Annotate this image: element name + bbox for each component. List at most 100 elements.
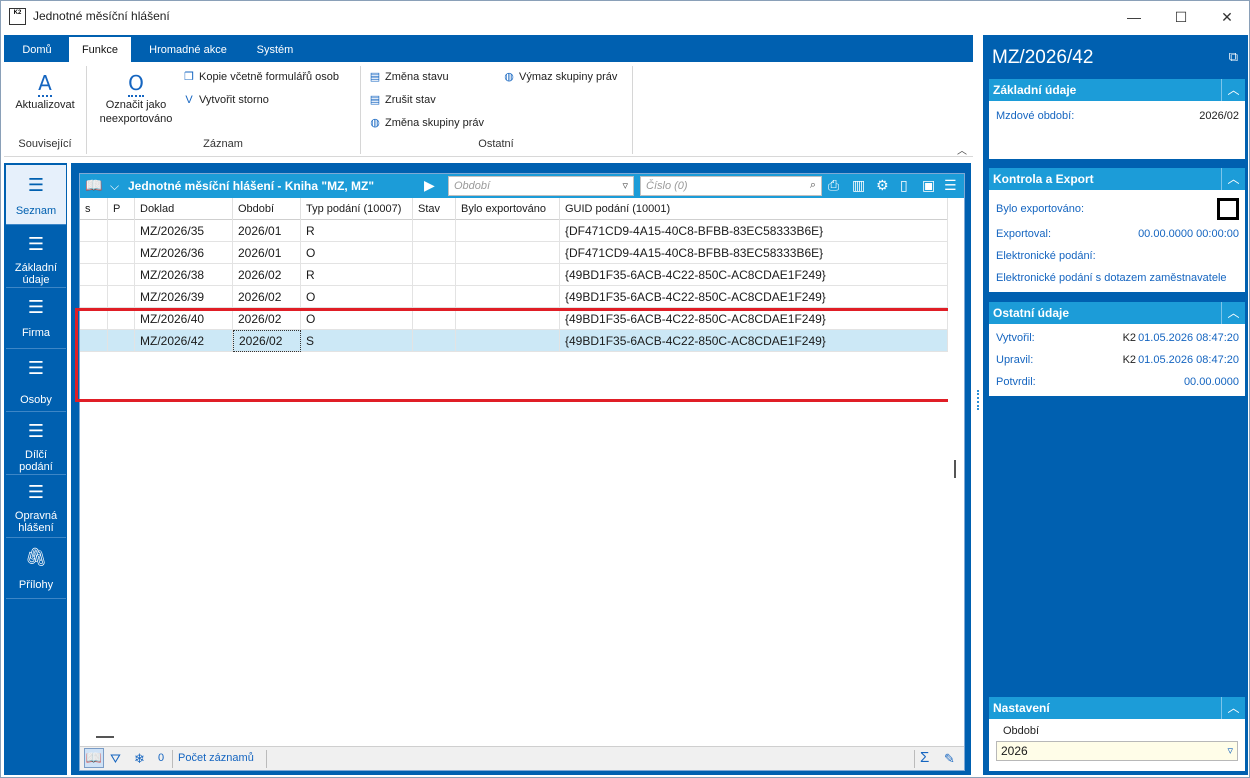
oznacit-neexportovano-button[interactable]: O Označit jako neexportováno [96, 71, 176, 126]
splitter-grip[interactable] [977, 390, 979, 410]
app-window: K2 Jednotné měsíční hlášení — ☐ ✕ Domů F… [0, 0, 1250, 778]
collapse-ribbon-icon[interactable]: ︿ [957, 142, 967, 157]
chart-icon[interactable]: ▥ [852, 177, 865, 194]
nav-opravna-hlaseni[interactable]: ☰ Opravná hlášení [6, 476, 66, 538]
cell-obdobi-focused[interactable]: 2026/02 [233, 330, 301, 352]
obdobi-input[interactable]: 2026 ▿ [996, 741, 1238, 761]
group-label-zaznam: Záznam [203, 138, 243, 150]
menu-icon[interactable]: ☰ [944, 177, 957, 194]
cell-guid: {DF471CD9-4A15-40C8-BFBB-83EC58333B6E} [560, 242, 948, 264]
section-header[interactable]: Ostatní údaje ︿ [989, 302, 1245, 324]
dropdown-icon[interactable]: ▿ [622, 179, 628, 192]
cell-obdobi: 2026/02 [233, 264, 301, 286]
scroll-thumb[interactable] [954, 460, 956, 478]
nav-prilohy[interactable]: 🖇 Přílohy [6, 539, 66, 599]
book-icon[interactable]: 📖 [85, 177, 102, 194]
section-header[interactable]: Kontrola a Export ︿ [989, 168, 1245, 190]
minimize-button[interactable]: — [1111, 1, 1157, 33]
collapse-icon[interactable]: ︿ [1221, 79, 1245, 101]
field-label: Potvrdil: [996, 376, 1036, 388]
footer-separator [172, 750, 173, 768]
vymaz-skupiny-prav-button[interactable]: ◍ Výmaz skupiny práv [502, 69, 617, 85]
print-icon[interactable]: ⎙ [828, 177, 839, 194]
edit-icon[interactable]: ✎ [944, 751, 955, 767]
tab-funkce[interactable]: Funkce [69, 35, 131, 62]
column-bylo-exportovano[interactable]: Bylo exportováno [456, 198, 560, 220]
search-icon[interactable]: ⌕ [810, 179, 816, 192]
vytvorit-storno-button[interactable]: V Vytvořit storno [182, 92, 269, 108]
column-typ-podani[interactable]: Typ podání (10007) [301, 198, 413, 220]
open-external-icon[interactable]: ⧉ [1229, 49, 1238, 65]
tab-domu[interactable]: Domů [9, 35, 65, 62]
column-p[interactable]: P [108, 198, 135, 220]
table-row[interactable]: MZ/2026/36 2026/01 O {DF471CD9-4A15-40C8… [80, 242, 948, 264]
field-value: K2 01.05.2026 08:47:20 [1122, 354, 1239, 366]
column-stav[interactable]: Stav [413, 198, 456, 220]
cislo-filter-input[interactable]: Číslo (0) ⌕ [640, 176, 822, 196]
field-label: Období [1003, 725, 1040, 737]
section-nastaveni: Nastavení ︿ Období 2026 ▿ [989, 697, 1245, 771]
detail-panel: MZ/2026/42 ⧉ Základní údaje ︿ Mzdové obdo… [983, 35, 1248, 775]
nav-zakladni-udaje[interactable]: ☰ Základní údaje [6, 226, 66, 288]
tab-system[interactable]: Systém [245, 35, 305, 62]
table-row[interactable]: MZ/2026/35 2026/01 R {DF471CD9-4A15-40C8… [80, 220, 948, 242]
chevron-down-icon[interactable]: ⌵ [110, 179, 119, 194]
horizontal-scrollbar[interactable] [80, 730, 948, 744]
kopie-button[interactable]: ❐ Kopie včetně formulářů osob [182, 69, 339, 85]
column-s[interactable]: s [80, 198, 108, 220]
settings-icon[interactable]: ⚙ [876, 177, 889, 194]
obdobi-filter-input[interactable]: Období ▿ [448, 176, 634, 196]
window-title: Jednotné měsíční hlášení [33, 9, 170, 23]
scroll-thumb[interactable] [96, 736, 114, 738]
column-obdobi[interactable]: Období [233, 198, 301, 220]
nav-osoby[interactable]: ☰ Osoby [6, 350, 66, 412]
field-value: 00.00.0000 [1183, 376, 1239, 388]
vertical-scrollbar[interactable] [948, 198, 964, 746]
collapse-icon[interactable]: ︿ [1221, 697, 1245, 719]
collapse-icon[interactable]: ︿ [1221, 168, 1245, 190]
grid-title: Jednotné měsíční hlášení - Kniha "MZ, MZ… [128, 179, 375, 193]
aktualizovat-button[interactable]: A Aktualizovat [10, 71, 80, 112]
table-row[interactable]: MZ/2026/39 2026/02 O {49BD1F35-6ACB-4C22… [80, 286, 948, 308]
snowflake-icon[interactable]: ❄ [134, 751, 145, 767]
column-doklad[interactable]: Doklad [135, 198, 233, 220]
collapse-icon[interactable]: ︿ [1221, 302, 1245, 324]
close-button[interactable]: ✕ [1204, 1, 1250, 33]
k2-app-icon: K2 [9, 8, 26, 25]
panel-splitter[interactable] [974, 35, 982, 775]
table-row-selected[interactable]: MZ/2026/42 2026/02 S {49BD1F35-6ACB-4C22… [80, 330, 948, 352]
field-label: Upravil: [996, 354, 1034, 366]
column-guid-podani[interactable]: GUID podání (10001) [560, 198, 948, 220]
dropdown-icon[interactable]: ▿ [1227, 744, 1233, 757]
cell-obdobi: 2026/01 [233, 242, 301, 264]
section-header[interactable]: Nastavení ︿ [989, 697, 1245, 719]
nav-seznam[interactable]: ☰ Seznam [6, 165, 66, 225]
zmena-stavu-button[interactable]: ▤ Změna stavu [368, 69, 449, 85]
nav-firma[interactable]: ☰ Firma [6, 289, 66, 349]
section-header[interactable]: Základní údaje ︿ [989, 79, 1245, 101]
tab-hromadne-akce[interactable]: Hromadné akce [135, 35, 241, 62]
export-icon[interactable]: ▣ [922, 177, 935, 194]
cell-guid: {49BD1F35-6ACB-4C22-850C-AC8CDAE1F249} [560, 330, 948, 352]
sum-icon[interactable]: Σ [920, 749, 929, 766]
table-row[interactable]: MZ/2026/40 2026/02 O {49BD1F35-6ACB-4C22… [80, 308, 948, 330]
section-zakladni-udaje: Základní údaje ︿ Mzdové období: 2026/02 [989, 79, 1245, 159]
field-value: K2 01.05.2026 08:47:20 [1122, 332, 1239, 344]
group-label-souvisejici: Související [18, 138, 72, 150]
cell-typ: S [301, 330, 413, 352]
zrusit-stav-button[interactable]: ▤ Zrušit stav [368, 92, 436, 108]
record-count-label[interactable]: Počet záznamů [178, 752, 254, 764]
table-row[interactable]: MZ/2026/38 2026/02 R {49BD1F35-6ACB-4C22… [80, 264, 948, 286]
book-view-icon[interactable]: 📖 [84, 748, 104, 768]
filter-icon[interactable]: ⛛ [110, 751, 121, 767]
rights-group-icon: ◍ [370, 117, 380, 129]
nav-dilci-podani[interactable]: ☰ Dílčí podání [6, 413, 66, 475]
play-arrow-icon[interactable]: ▶ [424, 177, 435, 194]
cell-obdobi: 2026/01 [233, 220, 301, 242]
cell-typ: R [301, 220, 413, 242]
maximize-button[interactable]: ☐ [1158, 1, 1204, 33]
cancel-state-icon: ▤ [369, 94, 381, 106]
exported-checkbox[interactable] [1217, 198, 1239, 220]
zmena-skupiny-prav-button[interactable]: ◍ Změna skupiny práv [368, 115, 484, 131]
columns-icon[interactable]: ▯ [900, 177, 908, 194]
